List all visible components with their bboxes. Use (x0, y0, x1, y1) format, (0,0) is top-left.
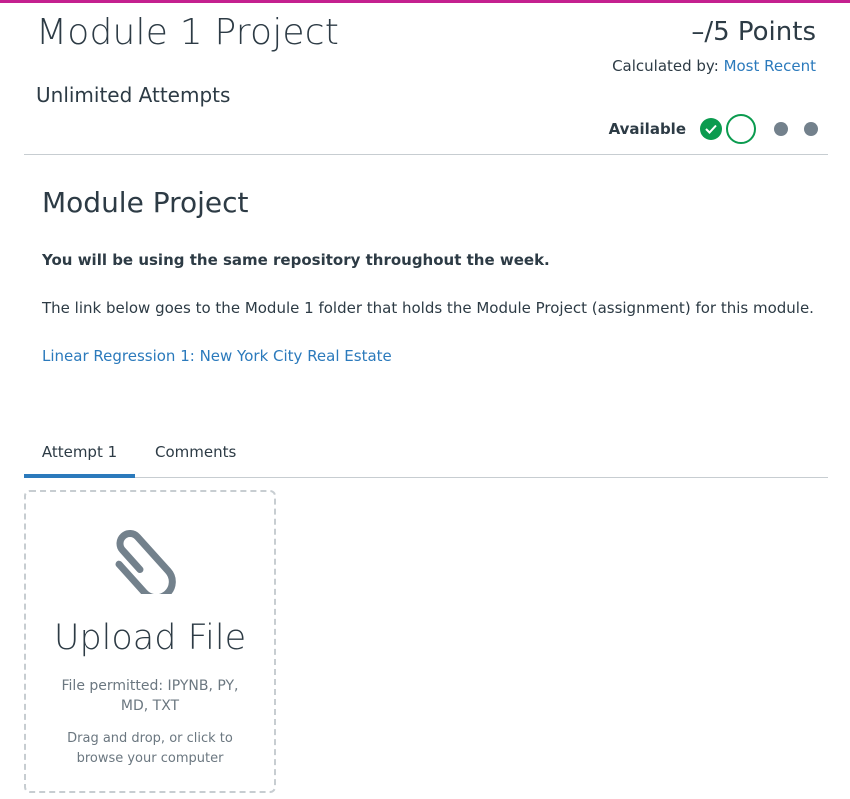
upload-dropzone[interactable]: Upload File File permitted: IPYNB, PY, M… (24, 490, 276, 793)
header-divider (24, 154, 828, 155)
tab-comments[interactable]: Comments (155, 430, 236, 478)
bold-note: You will be using the same repository th… (42, 251, 550, 269)
upload-instructions: Drag and drop, or click to browse your c… (67, 731, 233, 766)
description-text: The link below goes to the Module 1 fold… (42, 299, 814, 317)
calculated-by: Calculated by: Most Recent (612, 57, 816, 75)
attempts-label: Unlimited Attempts (36, 83, 231, 107)
permitted-file-types: File permitted: IPYNB, PY, MD, TXT (61, 678, 239, 714)
section-heading: Module Project (42, 186, 249, 219)
page-title: Module 1 Project (36, 12, 340, 53)
submission-tabs: Attempt 1 Comments (24, 430, 828, 478)
points-display: –/5 Points (691, 17, 816, 47)
top-accent-bar (0, 0, 850, 3)
upload-title: Upload File (53, 618, 247, 658)
current-step-icon (726, 114, 756, 144)
upcoming-step-icon (804, 122, 818, 136)
status-label: Available (608, 120, 686, 138)
project-link[interactable]: Linear Regression 1: New York City Real … (42, 347, 392, 365)
calculated-by-link[interactable]: Most Recent (724, 57, 816, 75)
check-icon (700, 118, 722, 140)
status-tracker: Available (609, 113, 826, 145)
upcoming-step-icon (774, 122, 788, 136)
tab-attempt-1[interactable]: Attempt 1 (24, 430, 135, 478)
paperclip-icon (108, 518, 196, 602)
calculated-by-label: Calculated by: (612, 57, 719, 75)
